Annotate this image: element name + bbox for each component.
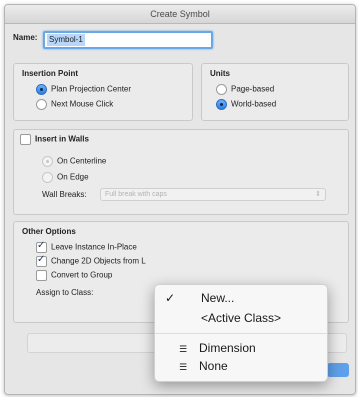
assign-class-menu: ✓ New... <Active Class> ☰ Dimension ☰ No… — [154, 284, 328, 382]
units-heading: Units — [210, 69, 230, 78]
checkbox-change-2d-objects[interactable]: Change 2D Objects from L — [36, 254, 146, 267]
name-label: Name: — [13, 33, 38, 42]
menu-item-dimension[interactable]: ☰ Dimension — [155, 341, 327, 359]
radio-next-mouse-click[interactable]: Next Mouse Click — [36, 99, 113, 110]
units-group: Units Page-based World-based — [201, 63, 349, 121]
checkbox-convert-to-group[interactable]: Convert to Group — [36, 270, 112, 281]
radio-page-based[interactable]: Page-based — [216, 84, 274, 95]
ok-button[interactable] — [327, 363, 349, 377]
checkbox-leave-instance[interactable]: Leave Instance In-Place — [36, 240, 137, 253]
checkbox-icon — [20, 134, 31, 145]
radio-icon — [216, 84, 227, 95]
menu-item-none[interactable]: ☰ None — [155, 359, 327, 377]
radio-selected-icon — [36, 84, 47, 95]
radio-plan-projection-center[interactable]: Plan Projection Center — [36, 84, 131, 95]
insertion-point-group: Insertion Point Plan Projection Center N… — [13, 63, 193, 121]
radio-world-based[interactable]: World-based — [216, 99, 276, 110]
checkbox-icon — [36, 270, 47, 281]
menu-item-active-class[interactable]: <Active Class> — [155, 311, 327, 329]
radio-icon — [36, 99, 47, 110]
dropdown-arrows-icon: ⇕ — [315, 191, 321, 198]
name-value: Symbol-1 — [47, 34, 85, 46]
radio-selected-icon — [216, 99, 227, 110]
insert-in-walls-group: Insert in Walls On Centerline On Edge Wa… — [13, 129, 349, 215]
menu-item-new[interactable]: ✓ New... — [155, 291, 327, 309]
radio-selected-icon — [42, 156, 53, 167]
menu-divider — [155, 333, 327, 334]
checkbox-checked-icon — [36, 240, 47, 253]
radio-icon — [42, 172, 53, 183]
wall-breaks-label: Wall Breaks: — [42, 190, 87, 199]
wall-breaks-select[interactable]: Full break with caps ⇕ — [100, 188, 326, 201]
checkbox-checked-icon — [36, 254, 47, 267]
radio-on-centerline[interactable]: On Centerline — [42, 156, 106, 167]
dialog-title: Create Symbol — [5, 5, 355, 24]
insertion-point-heading: Insertion Point — [22, 69, 78, 78]
assign-to-class-label: Assign to Class: — [36, 288, 94, 297]
checkmark-icon: ✓ — [165, 291, 176, 305]
class-icon: ☰ — [179, 344, 188, 354]
insert-in-walls-checkbox[interactable]: Insert in Walls — [20, 134, 89, 145]
other-options-heading: Other Options — [22, 227, 76, 236]
radio-on-edge[interactable]: On Edge — [42, 172, 89, 183]
class-icon: ☰ — [179, 362, 188, 372]
name-input[interactable]: Symbol-1 — [43, 31, 213, 49]
